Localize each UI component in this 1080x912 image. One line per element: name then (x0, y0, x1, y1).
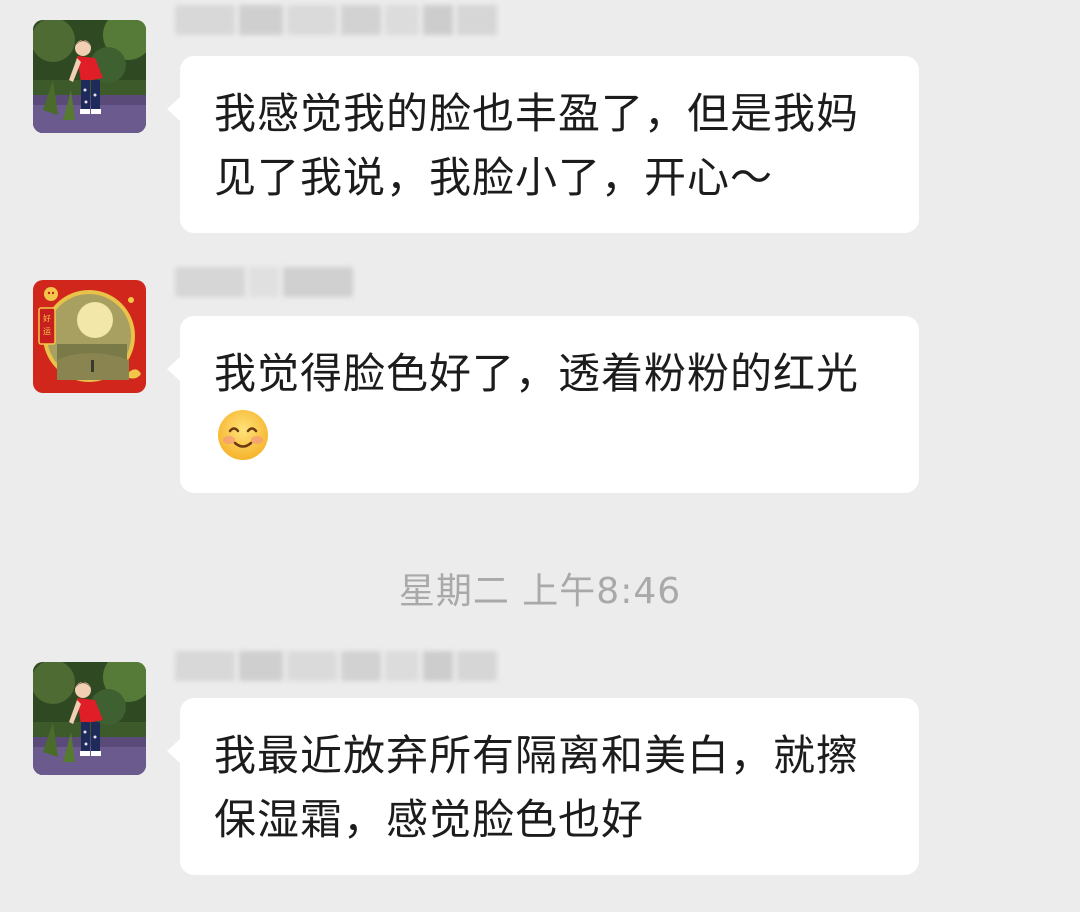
sender-name-blurred (175, 264, 525, 300)
message-text: 我觉得脸色好了，透着粉粉的红光 (214, 342, 885, 470)
avatar-photo-icon (33, 20, 146, 133)
sender-name-blurred (175, 648, 525, 684)
sender-name-blurred (175, 2, 525, 38)
message-bubble[interactable]: 我最近放弃所有隔离和美白，就擦保湿霜，感觉脸色也好 (167, 698, 919, 875)
badge-char: 好 (43, 313, 51, 323)
avatar-haoyun-red-frame[interactable]: 好 运 (33, 280, 146, 393)
smiling-face-emoji-icon (218, 410, 268, 460)
message-text: 我最近放弃所有隔离和美白，就擦保湿霜，感觉脸色也好 (214, 731, 860, 844)
message-bubble[interactable]: 我感觉我的脸也丰盈了，但是我妈见了我说，我脸小了，开心～ (167, 56, 919, 233)
chat-conversation: 我感觉我的脸也丰盈了，但是我妈见了我说，我脸小了，开心～ 好 运 我觉得脸色好了… (0, 0, 1080, 912)
avatar-girl-in-garden[interactable] (33, 662, 146, 775)
message-bubble[interactable]: 我觉得脸色好了，透着粉粉的红光 (167, 316, 919, 493)
chat-timestamp: 星期二 上午8:46 (398, 571, 682, 612)
avatar-girl-in-garden[interactable] (33, 20, 146, 133)
message-text-content: 我觉得脸色好了，透着粉粉的红光 (214, 349, 860, 398)
avatar-photo-icon (33, 662, 146, 775)
badge-char: 运 (43, 327, 51, 336)
avatar-good-luck-frame-icon: 好 运 (33, 280, 146, 393)
message-text: 我感觉我的脸也丰盈了，但是我妈见了我说，我脸小了，开心～ (214, 89, 860, 202)
